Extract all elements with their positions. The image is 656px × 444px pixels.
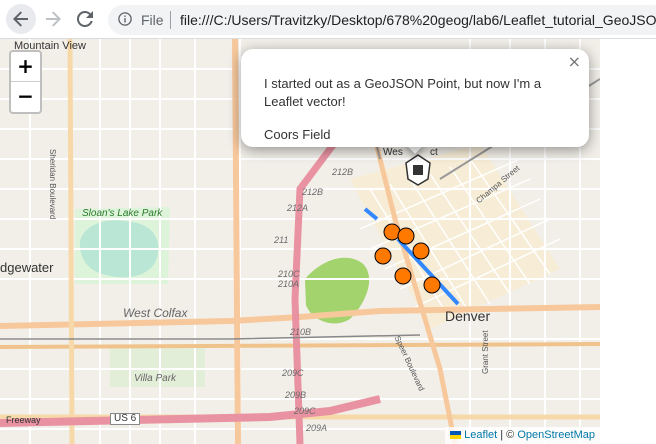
back-button[interactable]: [6, 4, 36, 34]
reload-icon: [77, 11, 93, 27]
route-label: 212A: [287, 203, 309, 213]
map-label-west-partial: Wes: [383, 147, 403, 158]
address-bar[interactable]: File file:///C:/Users/Travitzky/Desktop/…: [108, 5, 656, 35]
address-separator: [170, 11, 171, 29]
map-label-west-colfax: West Colfax: [123, 306, 188, 320]
reload-button[interactable]: [70, 4, 100, 34]
zoom-out-button[interactable]: −: [11, 82, 40, 111]
map-label-ct-partial: ct: [430, 147, 438, 158]
circle-marker: [397, 227, 415, 245]
circle-marker: [412, 242, 430, 260]
back-arrow-icon: [13, 11, 28, 27]
circle-marker: [383, 223, 401, 241]
map-label-sheridan-boulevard: Sheridan Boulevard: [48, 149, 57, 220]
circle-marker: [374, 247, 392, 265]
popup-message: I started out as a GeoJSON Point, but no…: [264, 76, 542, 109]
circle-marker: [423, 276, 441, 294]
url-text[interactable]: file:///C:/Users/Travitzky/Desktop/678%2…: [180, 11, 656, 29]
popup: × I started out as a GeoJSON Point, but …: [241, 49, 589, 147]
zoom-in-button[interactable]: +: [11, 52, 40, 82]
leaflet-link[interactable]: Leaflet: [464, 429, 497, 441]
map-label-villa-park: Villa Park: [134, 373, 177, 384]
route-label: 209B: [285, 390, 307, 400]
leaflet-map[interactable]: Mountain View Sloan's Lake Park dgewater…: [0, 39, 600, 444]
info-icon[interactable]: [118, 12, 132, 26]
page-blank-area: [600, 39, 656, 444]
map-label-freeway: Freeway: [6, 415, 41, 425]
file-scheme-label: File: [141, 12, 164, 28]
map-label-denver: Denver: [445, 308, 491, 324]
route-label: 210B: [290, 327, 312, 337]
map-attribution: Leaflet | © OpenStreetMap: [445, 427, 600, 444]
route-label: 210C: [278, 269, 300, 279]
openstreetmap-link[interactable]: OpenStreetMap: [517, 429, 595, 441]
route-label: 210A: [278, 279, 300, 289]
map-label-sloans-lake-park: Sloan's Lake Park: [82, 208, 163, 219]
route-label: 212B: [302, 187, 324, 197]
map-label-grant-street: Grant Street: [481, 330, 490, 374]
route-label: 209A: [306, 423, 328, 433]
route-label: 209C: [282, 368, 304, 378]
circle-marker: [394, 267, 412, 285]
route-label: 211: [274, 235, 289, 245]
route-label: 212B: [332, 167, 354, 177]
zoom-control: + −: [9, 50, 42, 114]
browser-toolbar: File file:///C:/Users/Travitzky/Desktop/…: [0, 0, 656, 39]
popup-close-button[interactable]: ×: [568, 54, 581, 70]
attribution-separator: | ©: [497, 429, 518, 441]
popup-feature-name: Coors Field: [264, 127, 331, 142]
route-label: 209C: [294, 406, 316, 416]
forward-button[interactable]: [38, 4, 68, 34]
sheridan-road: [67, 39, 75, 444]
ukraine-flag-icon: [450, 431, 462, 440]
map-label-edgewater: dgewater: [0, 260, 54, 275]
map-label-us6: US 6: [110, 413, 141, 425]
forward-arrow-icon: [46, 11, 61, 27]
